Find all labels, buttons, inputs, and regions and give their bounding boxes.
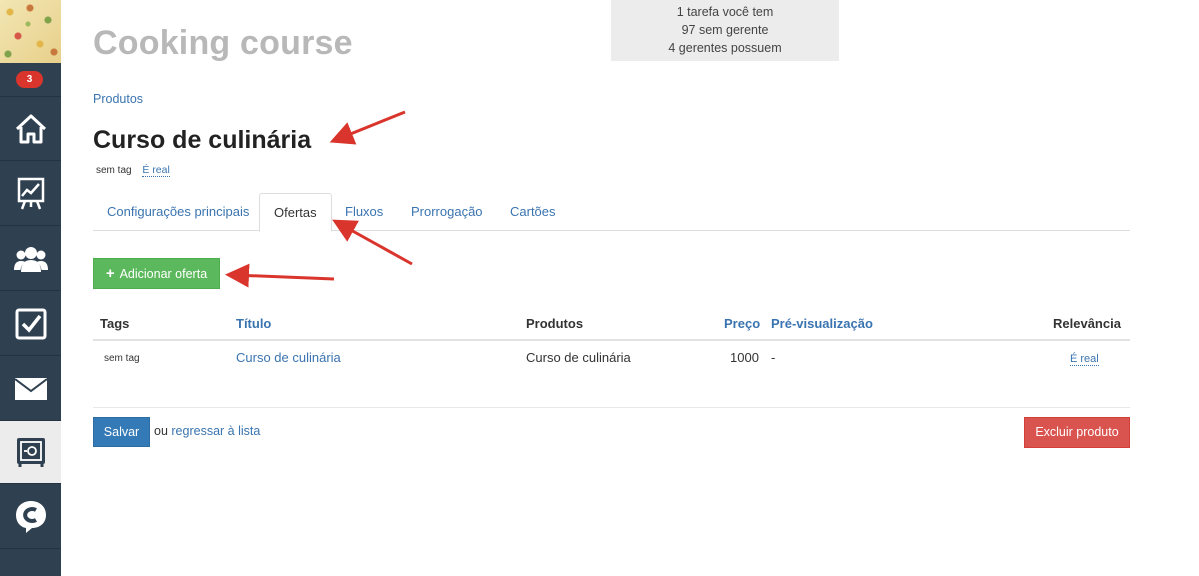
row-relevance: É real — [1070, 350, 1099, 366]
column-title[interactable]: Título — [236, 316, 271, 331]
tab-main-settings[interactable]: Configurações principais — [93, 193, 263, 231]
row-price: 1000 — [730, 350, 759, 365]
plus-icon: + — [105, 265, 115, 282]
sidebar-item-mail[interactable] — [0, 357, 61, 421]
chart-board-icon — [17, 177, 44, 209]
arrow-to-title — [329, 110, 406, 145]
tab-bar: Configurações principais Ofertas Fluxos … — [93, 193, 1130, 232]
column-tags: Tags — [100, 316, 130, 331]
safe-icon — [16, 438, 45, 467]
row-tags: sem tag — [104, 353, 140, 364]
mail-icon — [14, 377, 47, 400]
no-manager-summary[interactable]: 97 sem gerente — [611, 21, 839, 39]
save-button[interactable]: Salvar — [93, 417, 150, 447]
sidebar-item-tasks[interactable] — [0, 292, 61, 356]
divider — [93, 407, 1130, 408]
column-preview[interactable]: Pré-visualização — [771, 316, 873, 331]
sidebar-item-products[interactable] — [0, 421, 61, 484]
row-preview: - — [771, 350, 776, 365]
real-toggle-link[interactable]: É real — [142, 164, 170, 177]
sidebar-item-users[interactable] — [0, 227, 61, 291]
checkbox-icon — [15, 308, 46, 339]
course-title: Cooking course — [93, 24, 353, 62]
delete-product-button[interactable]: Excluir produto — [1024, 417, 1130, 448]
product-tags: sem tag É real — [96, 164, 170, 177]
sidebar-item-home[interactable] — [0, 97, 61, 161]
sidebar-item-stats[interactable] — [0, 162, 61, 226]
add-offer-label: Adicionar oferta — [119, 266, 208, 281]
notifications-summary: 1 tarefa você tem 97 sem gerente 4 geren… — [611, 0, 839, 61]
back-to-list: ou regressar à lista — [154, 424, 260, 438]
home-icon — [15, 114, 46, 143]
tab-flows[interactable]: Fluxos — [331, 193, 397, 231]
add-offer-button[interactable]: + Adicionar oferta — [93, 258, 220, 289]
column-relevance: Relevância — [1053, 316, 1121, 331]
breadcrumb-products[interactable]: Produtos — [93, 92, 143, 106]
row-products: Curso de culinária — [526, 350, 631, 365]
chat-logo-icon — [15, 500, 46, 533]
notification-area: 3 — [0, 63, 61, 97]
table-row: sem tag Curso de culinária Curso de culi… — [93, 341, 1130, 374]
or-label: ou — [154, 424, 168, 438]
notification-badge[interactable]: 3 — [16, 71, 43, 88]
tab-cards[interactable]: Cartões — [496, 193, 570, 231]
sidebar-item-chat[interactable] — [0, 485, 61, 549]
arrow-to-add-offer — [225, 263, 335, 288]
tab-extension[interactable]: Prorrogação — [397, 193, 497, 231]
row-title-link[interactable]: Curso de culinária — [236, 350, 341, 365]
sidebar: 3 — [0, 0, 61, 576]
row-relevance-link[interactable]: É real — [1070, 353, 1099, 366]
users-icon — [13, 246, 48, 272]
back-to-list-link[interactable]: regressar à lista — [171, 424, 260, 438]
table-header: Tags Título Produtos Preço Pré-visualiza… — [93, 306, 1130, 341]
managers-summary[interactable]: 4 gerentes possuem — [611, 39, 839, 57]
tag-label: sem tag — [96, 165, 132, 176]
offers-table: Tags Título Produtos Preço Pré-visualiza… — [93, 306, 1130, 374]
column-products: Produtos — [526, 316, 584, 331]
tasks-summary[interactable]: 1 tarefa você tem — [611, 3, 839, 21]
tab-offers[interactable]: Ofertas — [259, 193, 332, 232]
page-title: Curso de culinária — [93, 126, 312, 154]
column-price[interactable]: Preço — [724, 316, 760, 331]
logo[interactable] — [0, 0, 61, 63]
